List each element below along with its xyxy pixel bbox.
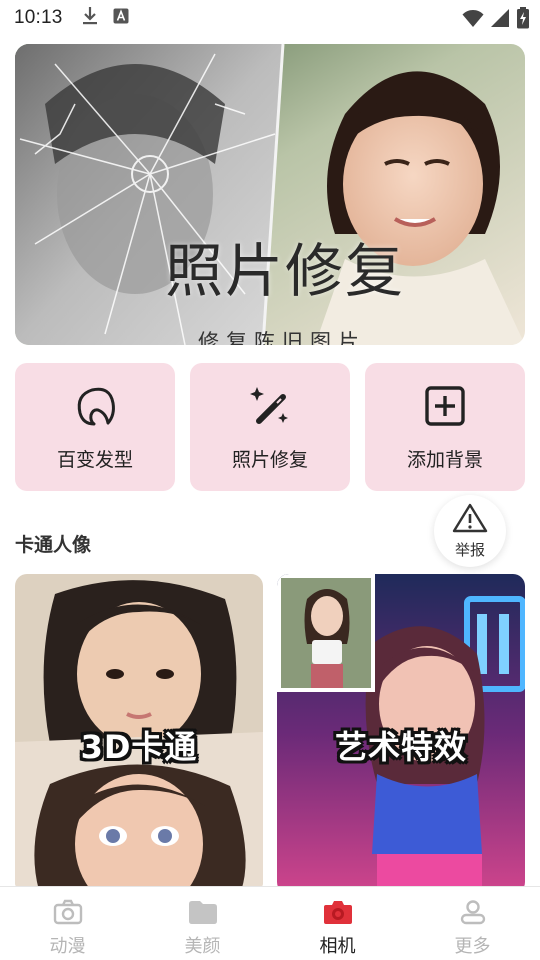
report-button[interactable]: 举报: [434, 495, 506, 567]
nav-item-anime[interactable]: 动漫: [0, 887, 135, 960]
warning-icon: [452, 503, 488, 537]
nav-label: 动漫: [49, 936, 86, 957]
download-icon: [81, 6, 99, 30]
feature-cards: 百变发型 照片修复 添加背景: [15, 363, 525, 491]
feature-label: 添加背景: [406, 448, 483, 471]
status-time: 10:13: [14, 7, 63, 28]
feature-card-hairstyle[interactable]: 百变发型: [15, 363, 175, 491]
feature-label: 照片修复: [231, 448, 308, 471]
feature-card-add-background[interactable]: 添加背景: [365, 363, 525, 491]
font-icon: [113, 8, 129, 28]
card-caption: 艺术特效: [334, 728, 467, 766]
bottom-nav: 动漫 美颜 相机 更多: [0, 886, 540, 960]
nav-item-camera[interactable]: 相机: [270, 887, 405, 960]
feature-label: 百变发型: [56, 448, 133, 471]
battery-charging-icon: [516, 7, 530, 33]
folder-icon: [188, 899, 218, 929]
feature-card-photo-repair[interactable]: 照片修复: [190, 363, 350, 491]
hero-banner[interactable]: 照片修复 修复陈旧图片: [15, 44, 525, 345]
nav-item-more[interactable]: 更多: [405, 887, 540, 960]
camera-icon: [53, 899, 83, 929]
nav-label: 更多: [454, 936, 491, 957]
report-label: 举报: [454, 540, 485, 559]
banner-subtitle: 修复陈旧图片: [198, 330, 366, 345]
style-card-3d-cartoon[interactable]: 3D卡通: [15, 574, 263, 894]
add-square-icon: [422, 383, 468, 429]
section-title: 卡通人像: [15, 534, 92, 556]
wifi-icon: [462, 8, 484, 32]
person-icon: [458, 899, 488, 929]
hairstyle-icon: [72, 383, 118, 429]
magic-wand-icon: [247, 383, 293, 429]
nav-label: 相机: [319, 936, 356, 957]
nav-label: 美颜: [184, 936, 221, 957]
banner-title: 照片修复: [164, 237, 405, 305]
signal-icon: [490, 8, 510, 32]
camera-red-icon: [323, 899, 353, 929]
nav-item-beauty[interactable]: 美颜: [135, 887, 270, 960]
style-card-art-effects[interactable]: 艺术特效: [277, 574, 525, 894]
status-bar: 10:13: [0, 0, 540, 36]
card-caption: 3D卡通: [80, 728, 198, 766]
